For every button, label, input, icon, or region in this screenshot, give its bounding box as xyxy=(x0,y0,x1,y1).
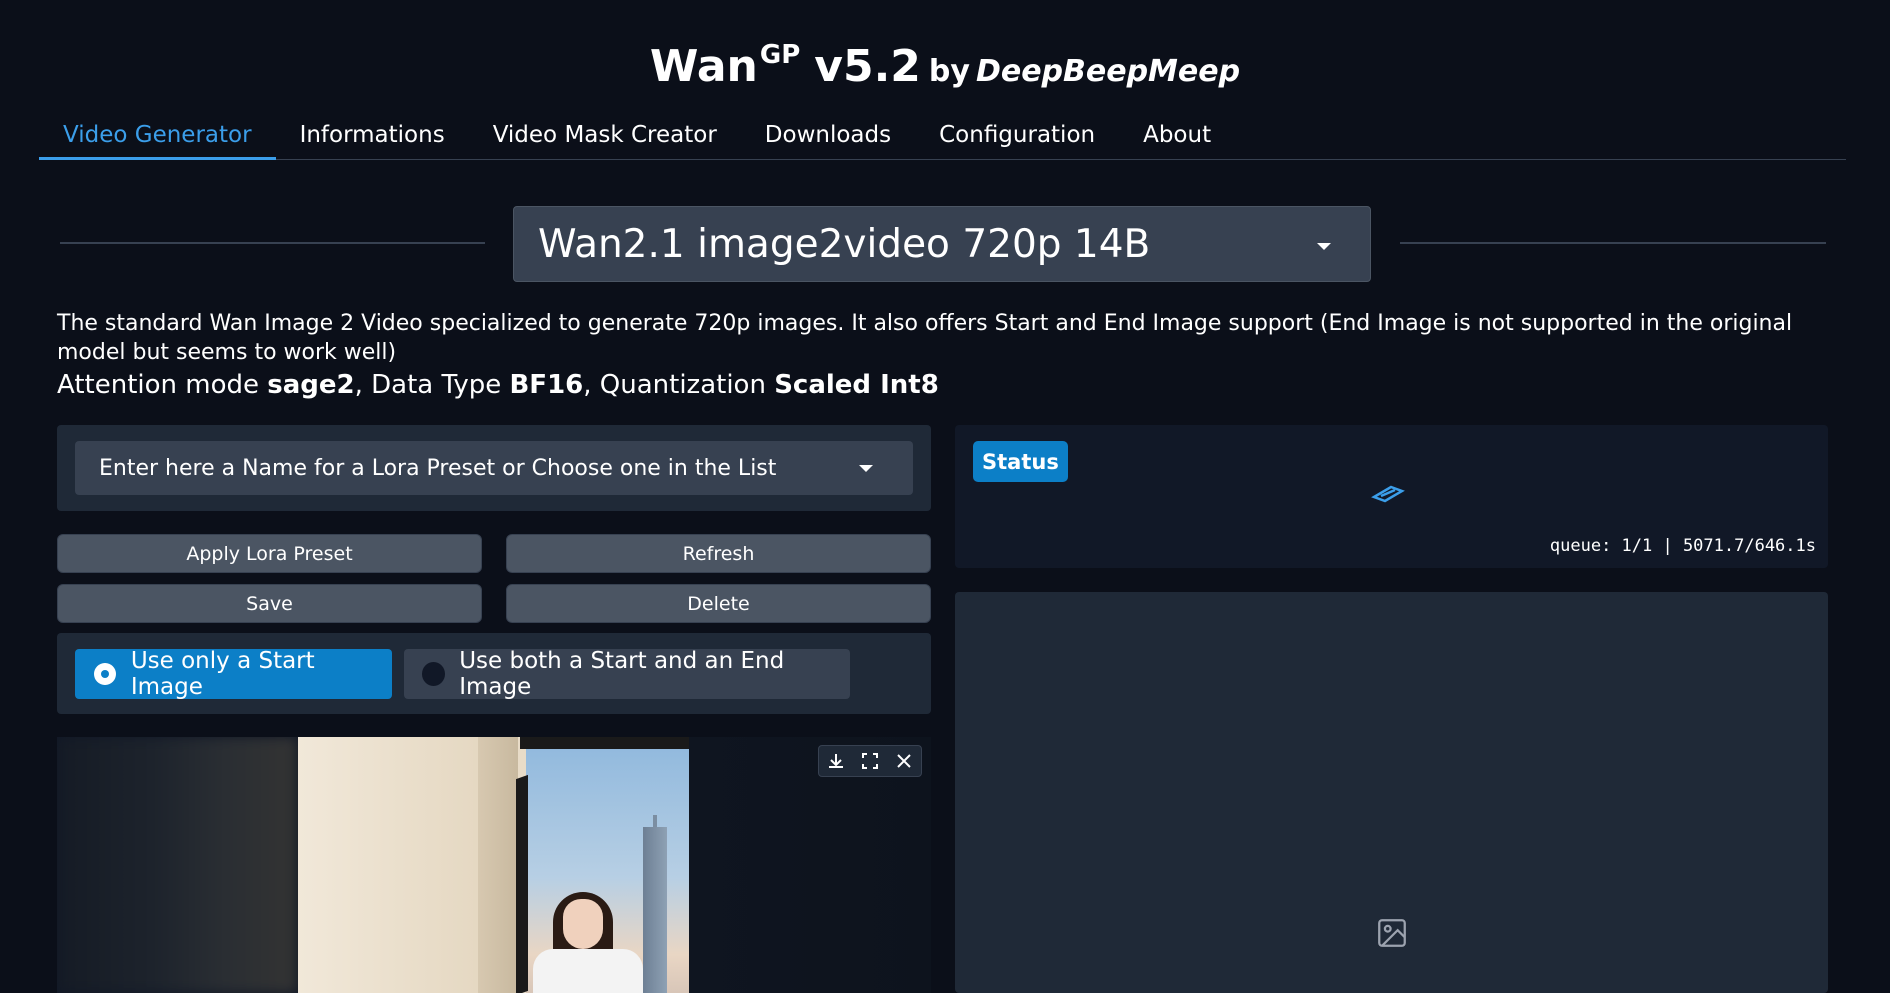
page-title: WanGP v5.2 by DeepBeepMeep xyxy=(0,40,1890,92)
data-type-prefix: , Data Type xyxy=(354,370,510,400)
queue-status: queue: 1/1 | 5071.7/646.1s xyxy=(1549,536,1816,556)
quantization-value: Scaled Int8 xyxy=(774,370,939,400)
start-image-preview[interactable] xyxy=(57,737,931,993)
apply-lora-preset-button[interactable]: Apply Lora Preset xyxy=(57,534,482,573)
loading-spinner-icon xyxy=(1371,485,1405,503)
image-blur-left xyxy=(57,737,297,993)
tab-video-mask-creator[interactable]: Video Mask Creator xyxy=(469,118,741,160)
lora-preset-panel: Enter here a Name for a Lora Preset or C… xyxy=(57,425,931,511)
close-icon[interactable] xyxy=(891,748,917,774)
quantization-prefix: , Quantization xyxy=(583,370,775,400)
start-image xyxy=(298,737,689,993)
title-author: DeepBeepMeep xyxy=(975,54,1241,89)
video-output-panel xyxy=(955,592,1828,993)
attention-info: Attention mode sage2, Data Type BF16, Qu… xyxy=(57,370,939,400)
title-version: v5.2 xyxy=(814,41,921,92)
divider-left xyxy=(60,242,485,244)
tab-configuration[interactable]: Configuration xyxy=(915,118,1119,160)
model-dropdown[interactable]: Wan2.1 image2video 720p 14B xyxy=(513,206,1371,282)
attention-prefix: Attention mode xyxy=(57,370,268,400)
refresh-button[interactable]: Refresh xyxy=(506,534,931,573)
status-label: Status xyxy=(973,441,1068,482)
image-placeholder-icon xyxy=(1378,919,1406,947)
model-dropdown-value: Wan2.1 image2video 720p 14B xyxy=(538,221,1151,267)
image-toolbar xyxy=(818,745,922,777)
radio-start-and-end-image[interactable]: Use both a Start and an End Image xyxy=(404,648,850,700)
title-superscript: GP xyxy=(759,40,801,70)
tab-video-generator[interactable]: Video Generator xyxy=(39,118,276,160)
divider-right xyxy=(1400,242,1826,244)
tab-informations[interactable]: Informations xyxy=(276,118,469,160)
lora-preset-placeholder: Enter here a Name for a Lora Preset or C… xyxy=(99,455,777,481)
delete-button[interactable]: Delete xyxy=(506,584,931,623)
lora-preset-dropdown[interactable]: Enter here a Name for a Lora Preset or C… xyxy=(75,441,913,495)
radio-label: Use only a Start Image xyxy=(130,648,315,700)
save-button[interactable]: Save xyxy=(57,584,482,623)
status-panel: Status queue: 1/1 | 5071.7/646.1s xyxy=(955,425,1828,568)
attention-mode: sage2 xyxy=(267,370,355,400)
data-type-value: BF16 xyxy=(509,370,584,400)
title-main: Wan xyxy=(649,41,758,92)
model-description: The standard Wan Image 2 Video specializ… xyxy=(57,311,1793,365)
radio-start-image-only[interactable]: Use only a Start Image xyxy=(75,648,392,700)
tab-bar: Video Generator Informations Video Mask … xyxy=(39,118,1846,160)
image-mode-radio-group: Use only a Start Image Use both a Start … xyxy=(57,633,931,714)
fullscreen-icon[interactable] xyxy=(857,748,883,774)
tab-downloads[interactable]: Downloads xyxy=(741,118,915,160)
tab-about[interactable]: About xyxy=(1119,118,1235,160)
radio-label: Use both a Start and an End Image xyxy=(459,648,785,700)
chevron-down-icon xyxy=(1317,243,1331,250)
download-icon[interactable] xyxy=(823,748,849,774)
title-by: by xyxy=(928,54,970,89)
app-root: WanGP v5.2 by DeepBeepMeep Video Generator … xyxy=(0,0,1890,993)
radio-dot xyxy=(93,662,117,686)
radio-dot xyxy=(422,662,446,686)
chevron-down-icon xyxy=(859,465,873,472)
